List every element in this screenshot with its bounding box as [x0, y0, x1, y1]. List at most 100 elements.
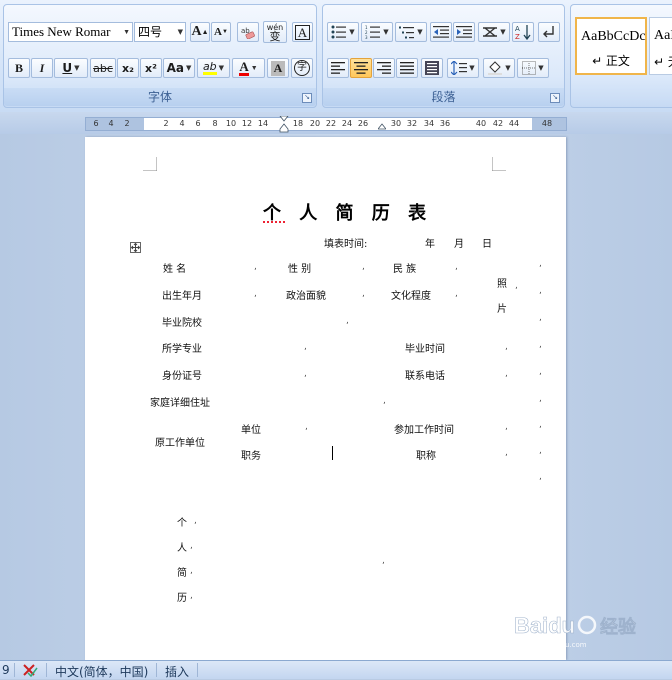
decrease-indent-button[interactable]: [430, 22, 452, 42]
cell-end-mark: ,: [190, 591, 193, 601]
indent-marker-icon[interactable]: [279, 116, 289, 134]
ruler-number: 2: [163, 119, 169, 128]
line-spacing-button[interactable]: ▼: [447, 58, 479, 78]
status-bar: 9 中文(简体，中国) 插入: [0, 660, 672, 679]
cell-end-mark: ,: [539, 286, 542, 296]
font-color-button[interactable]: A ▼: [232, 58, 265, 78]
year-label: 年: [425, 239, 435, 250]
crop-mark-top-right: [492, 157, 506, 171]
chinese-layout-button[interactable]: ▼: [478, 22, 510, 42]
change-case-button[interactable]: Aa ▼: [163, 58, 195, 78]
paragraph-dialog-launcher-icon[interactable]: ↘: [550, 93, 560, 103]
cell-end-mark: ,: [305, 422, 308, 432]
distribute-icon: [425, 61, 439, 75]
spell-check-icon[interactable]: [22, 663, 38, 677]
bold-button[interactable]: B: [8, 58, 30, 78]
ruler-number: 42: [492, 119, 504, 128]
watermark-text: 经验: [600, 616, 637, 638]
enclose-char-button[interactable]: 字: [291, 58, 313, 78]
cell-end-mark: ,: [539, 313, 542, 323]
font-name-value: Times New Romar: [12, 24, 111, 39]
paragraph-group-title: 段落: [323, 88, 564, 106]
subscript-button[interactable]: x₂: [117, 58, 139, 78]
superscript-button[interactable]: x²: [140, 58, 162, 78]
ruler-number: 22: [325, 119, 337, 128]
char-shading-button[interactable]: A: [267, 58, 289, 78]
show-marks-button[interactable]: [538, 22, 560, 42]
ruler-number: 6: [195, 119, 201, 128]
numbering-button[interactable]: 1 2 3 ▼: [361, 22, 393, 42]
right-indent-marker-icon[interactable]: [378, 121, 386, 131]
cell-end-mark: ,: [539, 394, 542, 404]
ruler-number: 40: [475, 119, 487, 128]
highlight-button[interactable]: ab ▼: [197, 58, 230, 78]
style-normal[interactable]: AaBbCcDc ↵ 正文: [575, 17, 647, 75]
svg-text:3: 3: [365, 35, 368, 39]
align-center-button[interactable]: [350, 58, 372, 78]
align-right-button[interactable]: [373, 58, 395, 78]
font-size-combo[interactable]: 四号 ▼: [134, 22, 186, 42]
font-size-value: 四号: [138, 25, 163, 39]
strikethrough-button[interactable]: abc: [90, 58, 116, 78]
paragraph-mark: ↵: [413, 208, 421, 218]
ruler-number: 10: [225, 119, 237, 128]
cell-end-mark: ,: [304, 369, 307, 379]
italic-button[interactable]: I: [31, 58, 53, 78]
crop-mark-top-left: [143, 157, 157, 171]
shrink-font-button[interactable]: A ▼: [211, 22, 231, 42]
cell-end-mark: ,: [254, 262, 257, 272]
line-spacing-icon: [451, 61, 468, 75]
baidu-watermark: Baidu 经验 jingyan.baidu.com: [514, 613, 638, 649]
ruler-number: 20: [309, 119, 321, 128]
bullets-button[interactable]: ▼: [327, 22, 359, 42]
phonetic-guide-button[interactable]: wén 变: [263, 21, 287, 43]
language-indicator[interactable]: 中文(简体，中国): [55, 663, 148, 680]
ruler-number: 14: [257, 119, 269, 128]
distribute-button[interactable]: [421, 58, 443, 78]
style-no-spacing[interactable]: AaB ↵ 无: [649, 17, 672, 75]
justify-button[interactable]: [396, 58, 418, 78]
grow-font-button[interactable]: A ▲: [190, 22, 210, 42]
paragraph-mark-icon: [543, 26, 554, 38]
cell-end-mark: ,: [539, 340, 542, 350]
borders-button[interactable]: ▼: [517, 58, 549, 78]
resume-char-2: 人: [177, 543, 187, 554]
ruler-number: 2: [124, 119, 130, 128]
cell-end-mark: ,: [190, 541, 193, 551]
ribbon: Times New Romar ▼ 四号 ▼ A ▲ A ▼ ab wén 变 A …: [0, 0, 672, 113]
font-name-combo[interactable]: Times New Romar ▼: [8, 22, 133, 42]
char-border-button[interactable]: A: [292, 22, 313, 42]
ruler-number: 44: [508, 119, 520, 128]
photo-label-2: 片: [497, 304, 507, 315]
page-number[interactable]: 9: [2, 663, 10, 677]
outdent-icon: [433, 26, 449, 38]
styles-group: AaBbCcDc ↵ 正文 AaB ↵ 无: [570, 4, 672, 108]
ruler-number: 8: [212, 119, 218, 128]
svg-text:Z: Z: [515, 33, 520, 40]
underline-button[interactable]: U ▼: [54, 58, 88, 78]
cell-end-mark: ,: [194, 516, 197, 526]
cell-end-mark: ,: [539, 259, 542, 269]
increase-indent-button[interactable]: [453, 22, 475, 42]
svg-text:A: A: [515, 25, 520, 33]
paint-bucket-icon: [488, 61, 503, 75]
clear-format-button[interactable]: ab: [237, 22, 259, 42]
horizontal-ruler[interactable]: 6 4 2 2 4 6 8 10 12 14 18 20 22 24 26 30 32 34 36 40 42 44 48: [85, 116, 567, 134]
cell-end-mark: ,: [505, 448, 508, 458]
cell-end-mark: ,: [190, 566, 193, 576]
ruler-number: 48: [541, 119, 553, 128]
ruler-number: 18: [292, 119, 304, 128]
school-label: 毕业院校: [162, 318, 202, 329]
gender-label: 性 别: [288, 264, 312, 275]
font-dialog-launcher-icon[interactable]: ↘: [302, 93, 312, 103]
cell-end-mark: ,: [515, 281, 518, 291]
align-left-icon: [331, 62, 345, 74]
multilevel-list-button[interactable]: ▼: [395, 22, 427, 42]
sort-button[interactable]: AZ: [512, 22, 534, 42]
table-move-handle-icon[interactable]: [130, 242, 141, 253]
photo-label-1: 照: [497, 279, 507, 290]
align-left-button[interactable]: [327, 58, 349, 78]
insert-mode-indicator[interactable]: 插入: [165, 663, 189, 680]
shading-button[interactable]: ▼: [483, 58, 515, 78]
major-label: 所学专业: [162, 344, 202, 355]
